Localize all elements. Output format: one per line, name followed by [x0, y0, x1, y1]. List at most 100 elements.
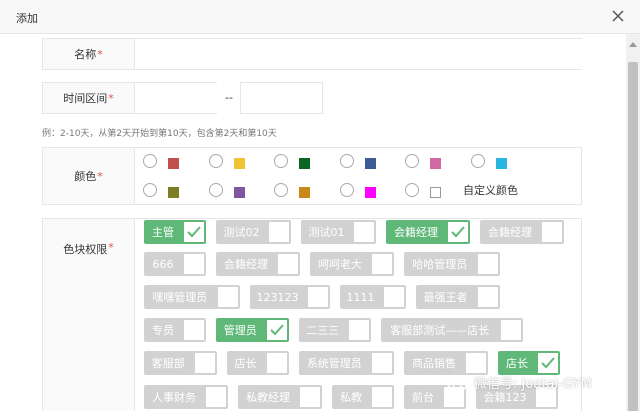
toggle-knob: [349, 320, 369, 340]
check-icon: [538, 353, 558, 373]
color-chip: [495, 158, 507, 169]
role-label: 店长: [506, 357, 528, 370]
color-option[interactable]: [274, 152, 334, 172]
toggle-knob: [266, 353, 287, 373]
role-label: 哈哈管理员: [412, 258, 468, 271]
color-option[interactable]: [405, 181, 465, 201]
toggle-knob: [184, 320, 204, 340]
toggle-knob: [194, 353, 215, 373]
color-option[interactable]: [208, 152, 269, 172]
color-option[interactable]: [143, 181, 203, 201]
color-option[interactable]: [339, 152, 400, 172]
radio-button[interactable]: [339, 154, 354, 168]
toggle-knob: [354, 222, 374, 242]
role-label: 会籍经理: [488, 226, 532, 239]
radio-button[interactable]: [208, 183, 223, 197]
role-toggle[interactable]: 商品销售: [404, 351, 488, 375]
radio-button[interactable]: [143, 154, 157, 168]
role-toggle[interactable]: 店长: [498, 351, 560, 375]
toggle-knob: [477, 287, 498, 307]
role-toggle[interactable]: 123123: [249, 285, 330, 309]
time-start-input[interactable]: [135, 83, 217, 113]
role-label: 会籍经理: [224, 258, 268, 271]
role-label: 店长: [234, 357, 257, 370]
radio-button[interactable]: [274, 154, 288, 168]
radio-button[interactable]: [405, 183, 419, 197]
toggle-knob: [372, 254, 392, 274]
role-toggle[interactable]: 主管: [144, 220, 206, 244]
close-icon[interactable]: [609, 7, 627, 25]
color-option[interactable]: [208, 181, 269, 201]
role-label: 嘿嘿管理员: [152, 291, 208, 304]
role-label: 最强王者: [423, 291, 468, 304]
scroll-up-icon[interactable]: [629, 42, 637, 47]
role-toggle[interactable]: 系统管理员: [298, 351, 394, 375]
time-end-input[interactable]: [240, 82, 323, 114]
role-label: 666: [152, 257, 174, 271]
color-chip: [299, 187, 310, 198]
toggle-knob: [542, 222, 562, 242]
role-toggle[interactable]: 客服部测试——店长: [381, 318, 523, 342]
toggle-knob: [372, 353, 392, 373]
radio-button[interactable]: [405, 154, 419, 168]
role-toggle[interactable]: 会籍经理: [216, 252, 300, 276]
color-chip: [168, 158, 179, 169]
role-toggle[interactable]: 二三三: [298, 318, 371, 342]
time-range-label: 时间区间 *: [43, 83, 135, 113]
scrollbar[interactable]: [626, 34, 640, 411]
role-toggle[interactable]: 嘿嘿管理员: [144, 285, 240, 309]
role-label: 专员: [152, 324, 174, 337]
toggle-knob: [383, 287, 404, 307]
custom-color-label: 自定义颜色: [463, 184, 518, 197]
role-toggle[interactable]: 专员: [144, 318, 206, 342]
role-toggle[interactable]: 管理员: [216, 318, 289, 342]
role-toggle[interactable]: 测试02: [216, 220, 291, 244]
role-toggle[interactable]: 1111: [339, 285, 406, 309]
role-label: 会籍经理: [394, 226, 438, 239]
role-toggle[interactable]: 人事财务: [144, 385, 228, 409]
role-label: 呵呵老大: [318, 258, 362, 271]
role-label: 123123: [256, 290, 299, 304]
color-option[interactable]: [339, 181, 400, 201]
toggle-knob: [206, 387, 226, 407]
color-option[interactable]: [274, 181, 334, 201]
toggle-knob: [300, 387, 320, 407]
role-label: 人事财务: [152, 391, 196, 404]
role-label: 管理员: [223, 324, 257, 337]
color-option[interactable]: [405, 152, 465, 172]
radio-button[interactable]: [470, 154, 485, 168]
radio-button[interactable]: [274, 183, 288, 197]
color-chip: [364, 187, 376, 198]
role-toggle[interactable]: 店长: [226, 351, 289, 375]
dialog-titlebar: 添加: [0, 0, 640, 34]
color-option[interactable]: [470, 152, 531, 172]
role-label: 主管: [152, 226, 174, 239]
color-chip: [299, 158, 310, 169]
radio-button[interactable]: [208, 154, 223, 168]
role-toggle[interactable]: 最强王者: [415, 285, 500, 309]
color-option[interactable]: [143, 152, 203, 172]
role-toggle[interactable]: 测试01: [301, 220, 376, 244]
role-toggle[interactable]: 呵呵老大: [310, 252, 394, 276]
radio-button[interactable]: [339, 183, 354, 197]
color-chip: [364, 158, 376, 169]
toggle-knob: [217, 287, 238, 307]
toggle-knob: [477, 254, 498, 274]
name-row: 名称 *: [42, 38, 582, 70]
role-toggle[interactable]: 私教: [332, 385, 394, 409]
role-toggle[interactable]: 会籍经理: [480, 220, 564, 244]
check-icon: [448, 222, 468, 242]
role-label: 私教: [340, 391, 362, 404]
name-input[interactable]: [135, 39, 582, 69]
role-label: 二三三: [306, 324, 340, 337]
role-toggle[interactable]: 客服部: [144, 351, 217, 375]
role-toggle[interactable]: 会籍经理: [386, 220, 470, 244]
role-toggle[interactable]: 私教经理: [238, 385, 322, 409]
role-label: 系统管理员: [306, 357, 362, 370]
role-label: 测试01: [308, 226, 345, 239]
scrollbar-thumb[interactable]: [628, 62, 638, 411]
radio-button[interactable]: [143, 183, 157, 197]
name-label: 名称 *: [43, 39, 135, 69]
role-toggle[interactable]: 哈哈管理员: [404, 252, 500, 276]
role-toggle[interactable]: 666: [144, 252, 206, 276]
